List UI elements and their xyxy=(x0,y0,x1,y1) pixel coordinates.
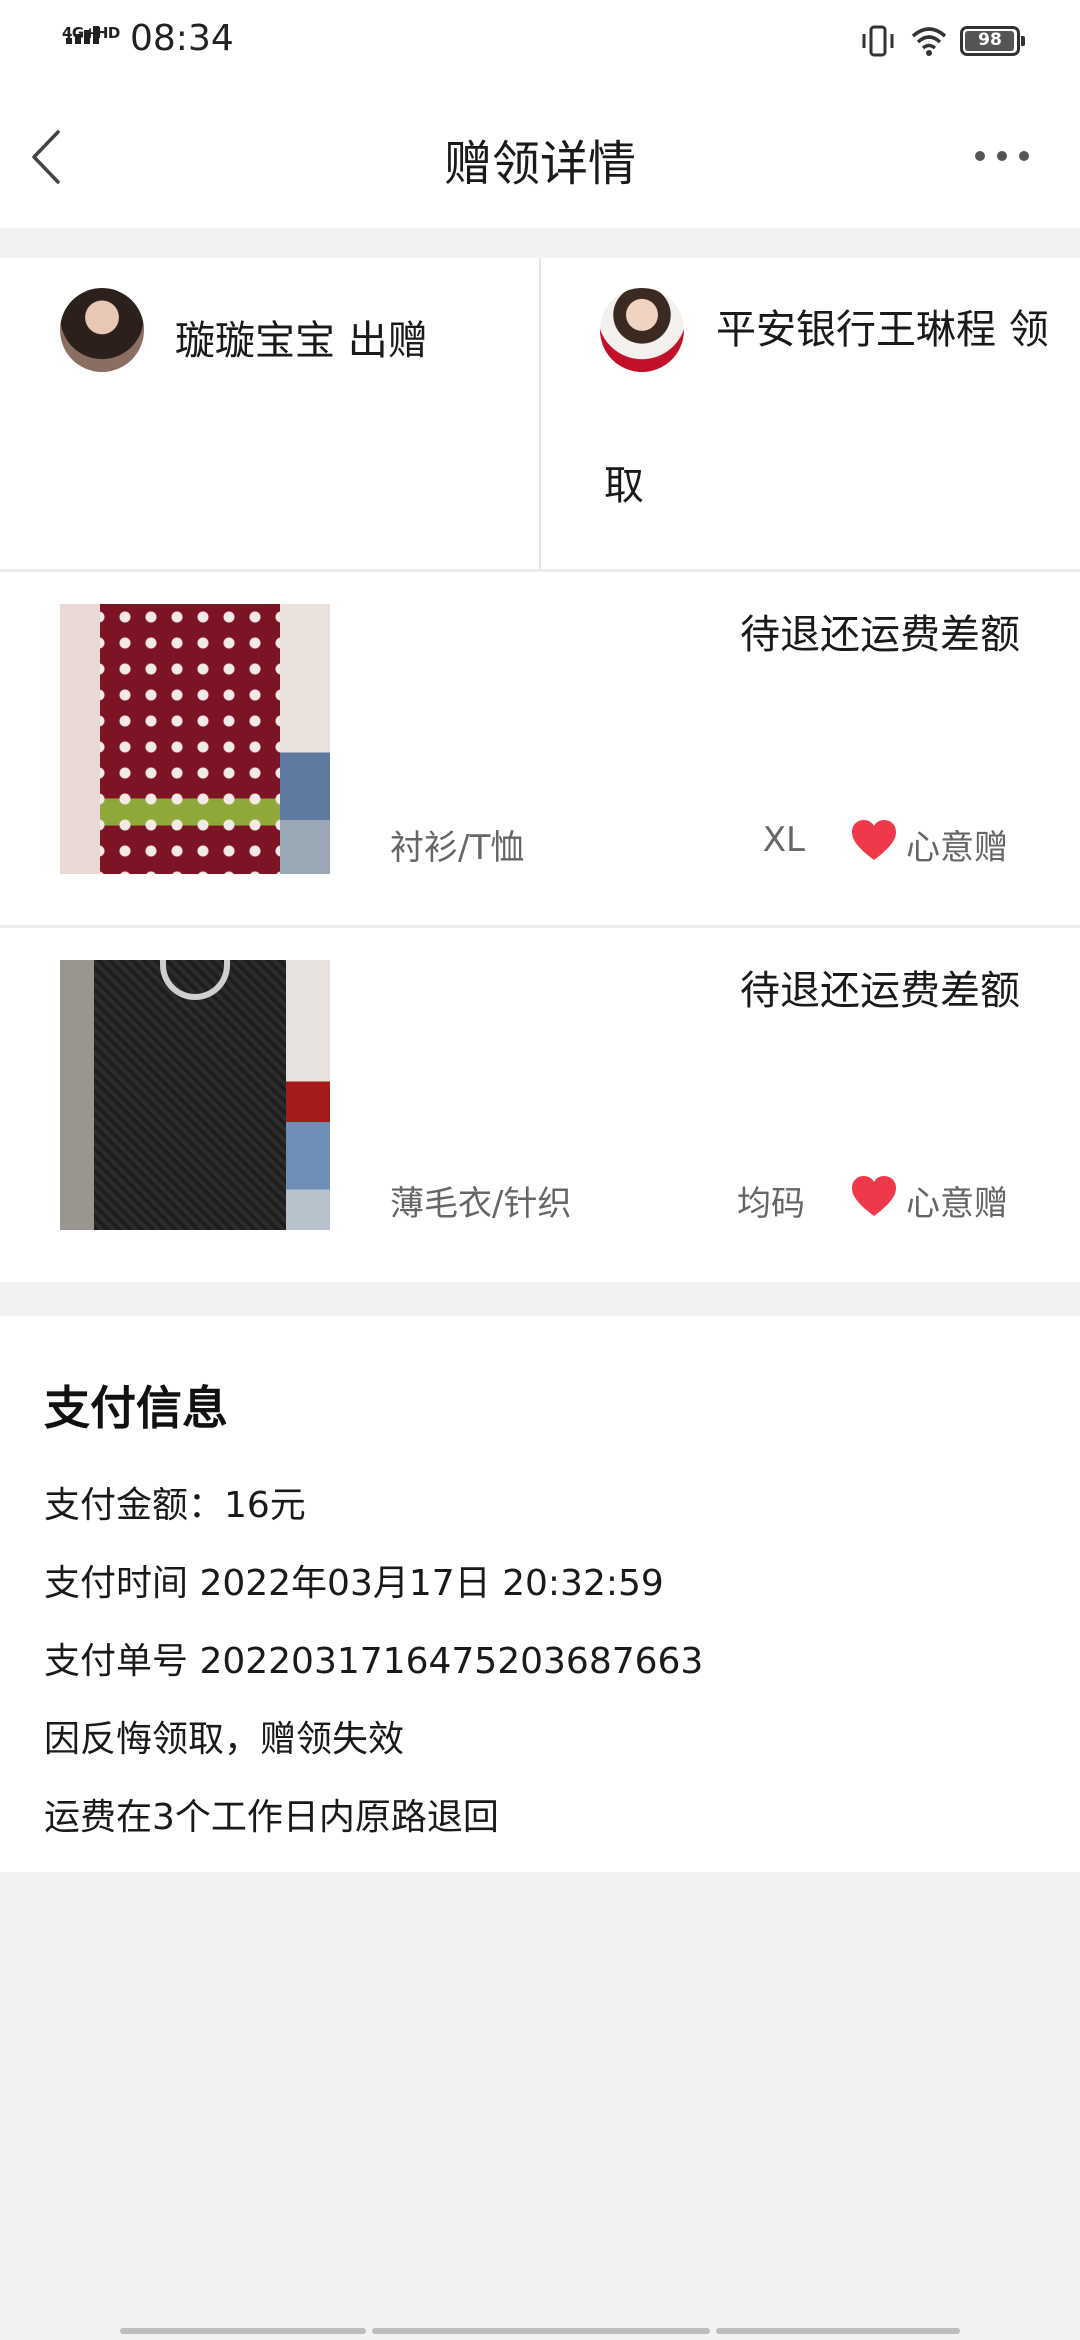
payment-amount: 支付金额：16元 xyxy=(44,1485,306,1526)
payment-order-number[interactable]: 支付单号 2022031716475203687663 xyxy=(44,1632,703,1684)
giver-avatar[interactable] xyxy=(60,288,144,372)
item-category: 薄毛衣/针织 xyxy=(390,1184,572,1224)
heart-icon xyxy=(852,820,896,860)
item-size: 均码 xyxy=(737,1184,805,1224)
parties-card: 璇璇宝宝 出赠 平安银行王琳程 领取 xyxy=(0,258,1080,570)
item-thumbnail[interactable] xyxy=(60,604,330,874)
item-category: 衬衫/T恤 xyxy=(390,828,525,868)
payment-title: 支付信息 xyxy=(44,1381,228,1435)
giver-info[interactable]: 璇璇宝宝 出赠 xyxy=(175,308,428,366)
party-divider xyxy=(539,258,541,570)
list-item[interactable]: 待退还运费差额 衬衫/T恤 XL 心意赠 xyxy=(0,572,1080,926)
gift-status-note: 因反悔领取，赠领失效 xyxy=(44,1719,405,1760)
home-indicator[interactable] xyxy=(716,2328,960,2334)
gift-type: 心意赠 xyxy=(906,828,1008,868)
wifi-icon xyxy=(911,27,947,56)
item-status: 待退还运费差额 xyxy=(740,612,1020,658)
receiver-name: 平安银行王琳程 xyxy=(716,307,996,353)
giver-name: 璇璇宝宝 xyxy=(175,318,335,364)
more-dots-icon[interactable] xyxy=(975,146,1035,166)
page-title: 赠领详情 xyxy=(443,136,636,192)
battery-percent: 98 xyxy=(978,30,1002,50)
item-thumbnail[interactable] xyxy=(60,960,330,1230)
payment-info-card: 支付信息 支付金额：16元 支付时间 2022年03月17日 20:32:59 … xyxy=(0,1316,1080,1872)
battery-icon: 98 xyxy=(960,26,1025,56)
payment-time: 支付时间 2022年03月17日 20:32:59 xyxy=(44,1563,664,1604)
receiver-info[interactable]: 平安银行王琳程 领取 xyxy=(604,252,1074,564)
signal-icon: 4G+HD xyxy=(62,24,120,60)
heart-icon xyxy=(852,1176,896,1216)
item-status: 待退还运费差额 xyxy=(740,968,1020,1014)
home-indicator[interactable] xyxy=(372,2328,710,2334)
item-size: XL xyxy=(762,820,805,860)
nav-bar: 赠领详情 xyxy=(0,80,1080,228)
status-bar: 4G+HD 08:34 98 xyxy=(0,0,1080,80)
status-time: 08:34 xyxy=(130,18,234,59)
vibrate-icon xyxy=(862,25,894,57)
home-indicator[interactable] xyxy=(120,2328,366,2334)
gift-type: 心意赠 xyxy=(906,1184,1008,1224)
refund-note: 运费在3个工作日内原路退回 xyxy=(44,1797,499,1838)
giver-action: 出赠 xyxy=(347,318,428,364)
list-item[interactable]: 待退还运费差额 薄毛衣/针织 均码 心意赠 xyxy=(0,928,1080,1282)
